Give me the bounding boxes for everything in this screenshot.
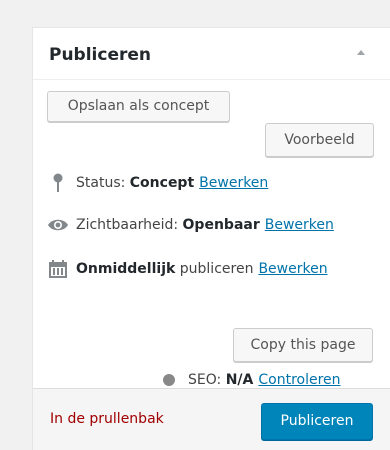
seo-check-link[interactable]: Controleren [258, 372, 340, 388]
schedule-value: Onmiddellijk [76, 261, 176, 277]
seo-value: N/A [225, 372, 254, 388]
visibility-value: Openbaar [182, 217, 260, 233]
preview-button[interactable]: Voorbeeld [265, 123, 374, 157]
seo-label: SEO: [188, 372, 222, 388]
move-to-trash-link[interactable]: In de prullenbak [50, 411, 164, 427]
visibility-label: Zichtbaarheid: [76, 217, 179, 233]
panel-header[interactable]: Publiceren [33, 28, 390, 80]
pin-icon [47, 173, 69, 193]
panel-title: Publiceren [49, 45, 152, 65]
schedule-label: publiceren [179, 261, 254, 277]
eye-icon [47, 218, 69, 232]
edit-visibility-link[interactable]: Bewerken [265, 217, 334, 233]
collapse-toggle-icon[interactable] [357, 50, 365, 55]
schedule-row: Onmiddellijk publiceren Bewerken [47, 259, 328, 279]
save-draft-button[interactable]: Opslaan als concept [47, 91, 230, 122]
status-row: Status: Concept Bewerken [47, 173, 268, 193]
edit-status-link[interactable]: Bewerken [199, 175, 268, 191]
publish-panel: Publiceren Opslaan als concept Voorbeeld… [32, 27, 390, 450]
status-value: Concept [129, 175, 195, 191]
publish-button[interactable]: Publiceren [261, 403, 373, 440]
visibility-row: Zichtbaarheid: Openbaar Bewerken [47, 217, 334, 233]
edit-schedule-link[interactable]: Bewerken [258, 261, 327, 277]
copy-page-button[interactable]: Copy this page [233, 328, 373, 362]
seo-row: SEO: N/A Controleren [163, 372, 341, 388]
calendar-icon [47, 259, 69, 279]
publish-actions: In de prullenbak Publiceren [33, 388, 390, 450]
seo-status-dot-icon [163, 374, 175, 386]
status-label: Status: [76, 175, 126, 191]
